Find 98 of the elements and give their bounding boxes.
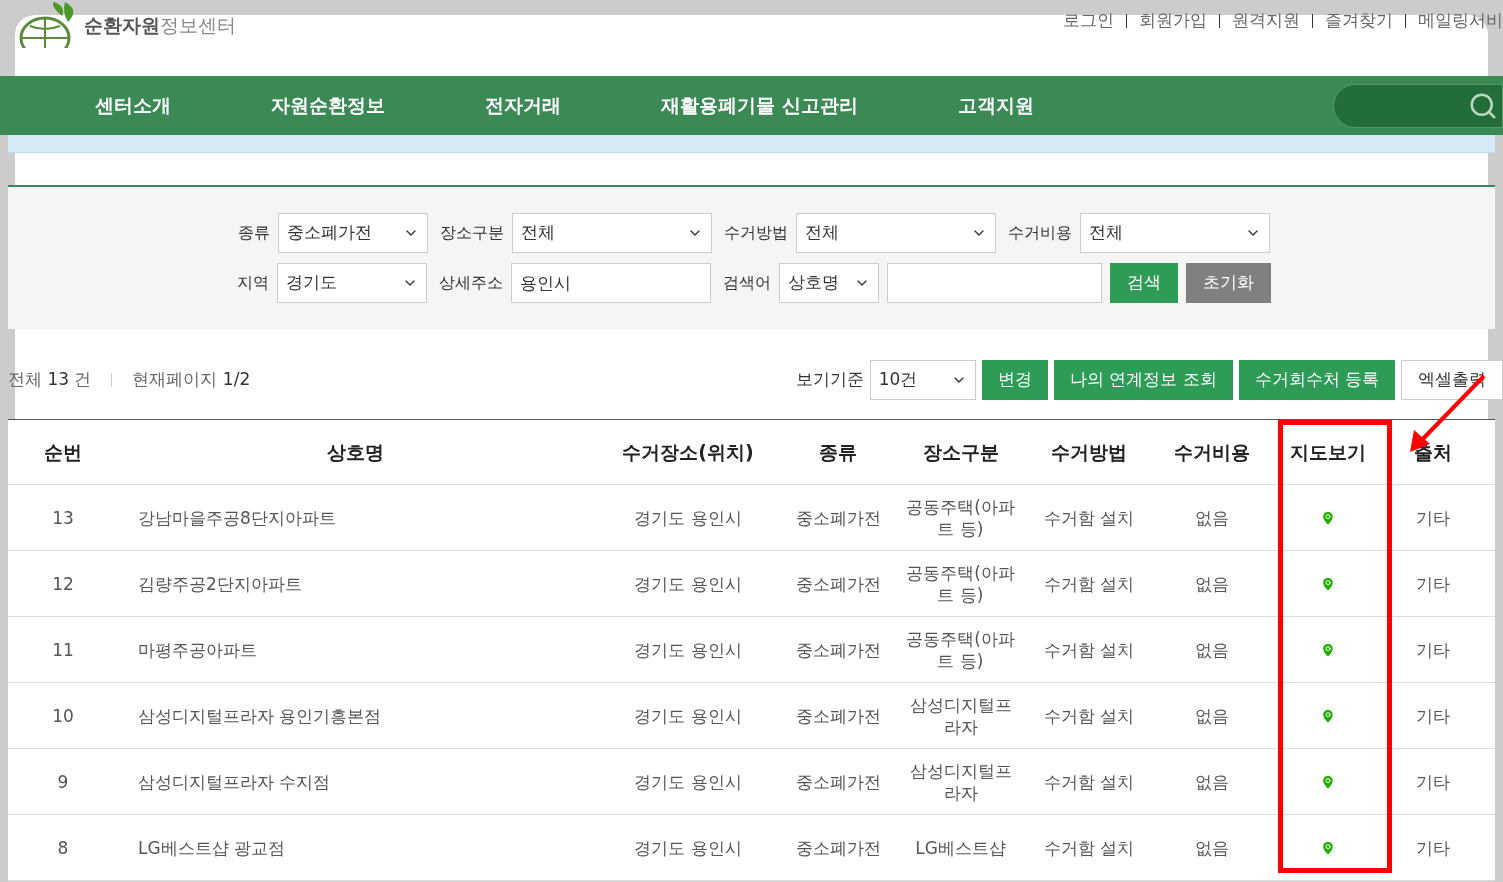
table-cell: 중소폐가전 — [795, 638, 881, 661]
table-cell-text: LG베스트샵 — [914, 836, 1007, 859]
column-header: 수거장소(위치) — [622, 439, 754, 465]
table-cell: 9 — [57, 770, 69, 793]
header-link[interactable]: 회원가입 — [1139, 8, 1207, 34]
table-cell: 기타 — [1416, 704, 1450, 727]
map-pin-icon[interactable] — [1320, 773, 1336, 790]
filter-label: 수거비용 — [1007, 222, 1072, 244]
header-link[interactable]: 로그인 — [1063, 8, 1114, 34]
table-cell: 수거함 설치 — [1043, 704, 1135, 727]
table-cell: 없음 — [1194, 638, 1229, 661]
map-pin-icon[interactable] — [1320, 575, 1336, 592]
filter-button[interactable]: 초기화 — [1185, 263, 1271, 303]
column-header: 순번 — [44, 439, 82, 465]
header-link[interactable]: 즐겨찾기 — [1325, 8, 1393, 34]
dropdown[interactable]: 중소폐가전 — [277, 213, 428, 253]
table-cell: 12 — [52, 572, 74, 595]
table-cell: 기타 — [1416, 572, 1450, 595]
filter-label: 지역 — [236, 272, 269, 294]
table-cell: 중소폐가전 — [795, 836, 881, 859]
nav-item[interactable]: 고객지원 — [957, 91, 1034, 120]
table-cell: 중소폐가전 — [795, 572, 881, 595]
table-cell: 삼성디지털프라자 용인기흥본점 — [138, 704, 382, 727]
table-cell-text: 삼성디지털프라자 — [908, 693, 1013, 738]
table-cell-text: 공동주택(아파트 등) — [905, 561, 1016, 606]
table-cell: 13 — [52, 506, 74, 529]
table-cell: 중소폐가전 — [795, 704, 881, 727]
input-field[interactable]: 용인시 — [510, 263, 711, 303]
filter-button[interactable]: 검색 — [1109, 263, 1178, 303]
table-cell: 기타 — [1416, 506, 1450, 529]
view-label: 보기기준 — [795, 368, 864, 392]
map-pin-icon[interactable] — [1320, 839, 1336, 856]
table-cell: 경기도 용인시 — [634, 704, 742, 727]
column-header: 상호명 — [327, 439, 384, 465]
table-cell: 11 — [52, 638, 74, 661]
column-header: 종류 — [819, 439, 857, 465]
table-cell: 경기도 용인시 — [634, 836, 742, 859]
table-cell: 수거함 설치 — [1043, 836, 1135, 859]
logo-text: 순환자원정보센터 — [84, 12, 236, 38]
table-cell: 경기도 용인시 — [634, 506, 742, 529]
toolbar-button[interactable]: 수거회수처 등록 — [1238, 360, 1395, 400]
table-cell: 없음 — [1194, 770, 1229, 793]
table-cell-text: 공동주택(아파트 등) — [905, 495, 1016, 540]
table-cell: 수거함 설치 — [1043, 638, 1135, 661]
nav-item[interactable]: 재활용폐기물 신고관리 — [661, 91, 858, 120]
filter-label: 수거방법 — [723, 222, 788, 244]
table-cell: 중소폐가전 — [795, 770, 881, 793]
column-header: 지도보기 — [1290, 439, 1366, 465]
dropdown[interactable]: 경기도 — [276, 263, 427, 303]
table-cell: 경기도 용인시 — [634, 572, 742, 595]
table-cell: 김량주공2단지아파트 — [138, 572, 302, 595]
table-cell: 수거함 설치 — [1043, 506, 1135, 529]
map-pin-icon[interactable] — [1320, 707, 1336, 724]
header-link[interactable]: 메일링서비 — [1418, 8, 1503, 34]
table-cell: 8 — [57, 836, 69, 859]
column-header: 수거비용 — [1173, 439, 1250, 465]
table-cell: 없음 — [1194, 572, 1229, 595]
toolbar-button[interactable]: 나의 연계정보 조회 — [1053, 360, 1233, 400]
table-cell: 기타 — [1416, 638, 1450, 661]
page-size-dropdown[interactable]: 10건 — [869, 360, 976, 400]
input-field[interactable] — [886, 263, 1102, 303]
table-cell-text: 공동주택(아파트 등) — [905, 627, 1016, 672]
column-header: 수거방법 — [1051, 439, 1127, 465]
filter-label: 상세주소 — [438, 272, 503, 294]
dropdown[interactable]: 전체 — [795, 213, 996, 253]
column-header: 장소구분 — [922, 439, 999, 465]
table-cell: 경기도 용인시 — [634, 770, 742, 793]
nav-item[interactable]: 센터소개 — [95, 91, 171, 120]
filter-label: 장소구분 — [439, 222, 504, 244]
table-cell: 경기도 용인시 — [634, 638, 742, 661]
table-cell: 없음 — [1194, 506, 1229, 529]
dropdown[interactable]: 전체 — [511, 213, 712, 253]
table-cell: 10 — [52, 704, 74, 727]
table-cell: 없음 — [1194, 704, 1229, 727]
current-page: 현재페이지 1/2 — [132, 368, 251, 392]
dropdown[interactable]: 상호명 — [778, 263, 879, 303]
table-cell: LG베스트샵 광교점 — [138, 836, 286, 859]
total-count: 전체 13 건 — [8, 368, 92, 392]
table-cell: 없음 — [1194, 836, 1229, 859]
dropdown[interactable]: 전체 — [1079, 213, 1270, 253]
table-cell: 삼성디지털프라자 수지점 — [138, 770, 331, 793]
table-cell: 강남마을주공8단지아파트 — [138, 506, 336, 529]
table-cell: 기타 — [1416, 836, 1450, 859]
nav-item[interactable]: 자원순환정보 — [271, 91, 385, 120]
map-pin-icon[interactable] — [1320, 641, 1336, 658]
table-cell: 수거함 설치 — [1043, 572, 1135, 595]
filter-label: 종류 — [237, 222, 270, 244]
table-cell-text: 삼성디지털프라자 — [908, 759, 1013, 804]
table-cell: 마평주공아파트 — [138, 638, 257, 661]
header-link[interactable]: 원격지원 — [1232, 8, 1300, 34]
filter-label: 검색어 — [722, 272, 771, 294]
table-cell: 기타 — [1416, 770, 1450, 793]
nav-item[interactable]: 전자거래 — [485, 91, 561, 120]
table-cell: 수거함 설치 — [1043, 770, 1135, 793]
map-pin-icon[interactable] — [1320, 509, 1336, 526]
toolbar-button[interactable]: 변경 — [981, 360, 1048, 400]
search-field[interactable] — [1333, 83, 1503, 128]
table-cell: 중소폐가전 — [795, 506, 881, 529]
